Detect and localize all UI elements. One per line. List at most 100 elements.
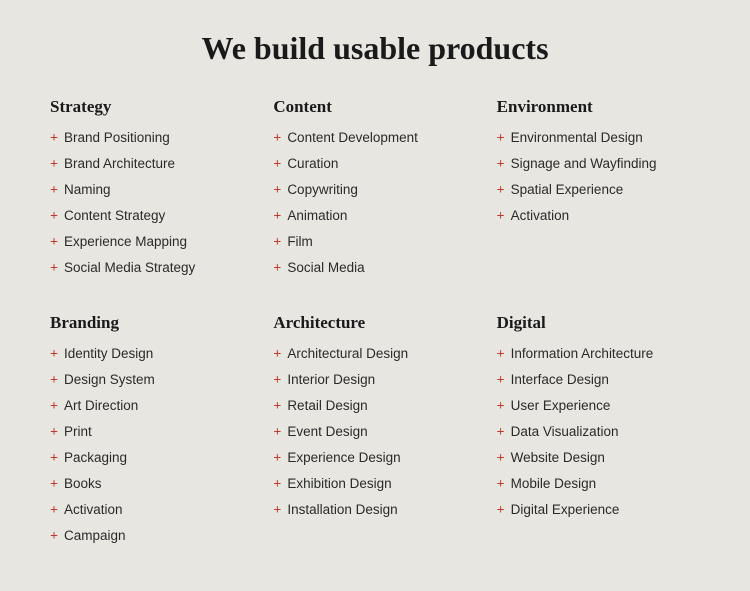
item-label: Art Direction [64,395,138,417]
item-label: Books [64,473,102,495]
category-title-strategy: Strategy [50,97,253,117]
item-label: Social Media Strategy [64,257,195,279]
item-label: Digital Experience [511,499,620,521]
item-label: Data Visualization [511,421,619,443]
list-item: + Brand Positioning [50,127,253,149]
item-label: Interior Design [287,369,375,391]
item-label: Exhibition Design [287,473,391,495]
item-label: Content Strategy [64,205,165,227]
plus-icon: + [50,180,58,201]
item-label: Design System [64,369,155,391]
list-item: +Campaign [50,525,253,547]
item-label: Brand Positioning [64,127,170,149]
list-item: + Architectural Design [273,343,476,365]
item-label: Website Design [511,447,605,469]
list-item: + Exhibition Design [273,473,476,495]
list-item: + Curation [273,153,476,175]
list-item: + Data Visualization [497,421,700,443]
item-label: Information Architecture [511,343,654,365]
plus-icon: + [273,370,281,391]
plus-icon: + [273,396,281,417]
plus-icon: + [273,206,281,227]
plus-icon: + [273,344,281,365]
item-label: Naming [64,179,111,201]
list-item: + Identity Design [50,343,253,365]
item-label: Architectural Design [287,343,408,365]
plus-icon: + [273,500,281,521]
list-item: +Content Development [273,127,476,149]
plus-icon: + [50,448,58,469]
list-item: +Art Direction [50,395,253,417]
category-architecture: Architecture + Architectural Design + Interi… [273,313,476,551]
list-item: + Experience Mapping [50,231,253,253]
item-label: Campaign [64,525,126,547]
item-label: Interface Design [511,369,609,391]
plus-icon: + [497,180,505,201]
item-label: Spatial Experience [511,179,624,201]
item-label: Packaging [64,447,127,469]
plus-icon: + [273,232,281,253]
item-label: Mobile Design [511,473,597,495]
plus-icon: + [50,128,58,149]
list-item: + Spatial Experience [497,179,700,201]
item-label: Experience Mapping [64,231,187,253]
categories-grid: Strategy + Brand Positioning + Brand Archite… [50,97,700,551]
plus-icon: + [273,258,281,279]
plus-icon: + [50,500,58,521]
plus-icon: + [497,474,505,495]
item-label: Brand Architecture [64,153,175,175]
plus-icon: + [497,396,505,417]
list-item: +Design System [50,369,253,391]
plus-icon: + [497,128,505,149]
item-label: Installation Design [287,499,397,521]
item-label: Film [287,231,313,253]
list-item: + Mobile Design [497,473,700,495]
item-label: Copywriting [287,179,358,201]
plus-icon: + [50,422,58,443]
plus-icon: + [497,500,505,521]
list-item: +User Experience [497,395,700,417]
category-content: Content+Content Development+Curation+Cop… [273,97,476,283]
list-item: + Installation Design [273,499,476,521]
plus-icon: + [497,448,505,469]
list-item: + Activation [50,499,253,521]
item-label: Experience Design [287,447,400,469]
list-item: +Environmental Design [497,127,700,149]
category-title-architecture: Architecture [273,313,476,333]
list-item: + Content Strategy [50,205,253,227]
item-label: Activation [64,499,123,521]
plus-icon: + [50,258,58,279]
item-label: Curation [287,153,338,175]
item-label: Signage and Wayfinding [511,153,657,175]
item-label: Animation [287,205,347,227]
plus-icon: + [50,232,58,253]
plus-icon: + [497,206,505,227]
plus-icon: + [273,154,281,175]
plus-icon: + [50,154,58,175]
list-item: +Event Design [273,421,476,443]
plus-icon: + [497,370,505,391]
category-title-branding: Branding [50,313,253,333]
category-title-content: Content [273,97,476,117]
list-item: + Interface Design [497,369,700,391]
list-item: +Experience Design [273,447,476,469]
plus-icon: + [497,344,505,365]
list-item: + Brand Architecture [50,153,253,175]
list-item: + Information Architecture [497,343,700,365]
plus-icon: + [273,474,281,495]
plus-icon: + [50,344,58,365]
item-label: Activation [511,205,570,227]
list-item: + Naming [50,179,253,201]
plus-icon: + [50,206,58,227]
plus-icon: + [497,422,505,443]
item-label: Social Media [287,257,364,279]
item-label: Print [64,421,92,443]
category-strategy: Strategy + Brand Positioning + Brand Archite… [50,97,253,283]
category-title-digital: Digital [497,313,700,333]
plus-icon: + [273,422,281,443]
list-item: + Social Media [273,257,476,279]
item-label: Identity Design [64,343,153,365]
item-label: Content Development [287,127,418,149]
list-item: + Print [50,421,253,443]
list-item: +Books [50,473,253,495]
